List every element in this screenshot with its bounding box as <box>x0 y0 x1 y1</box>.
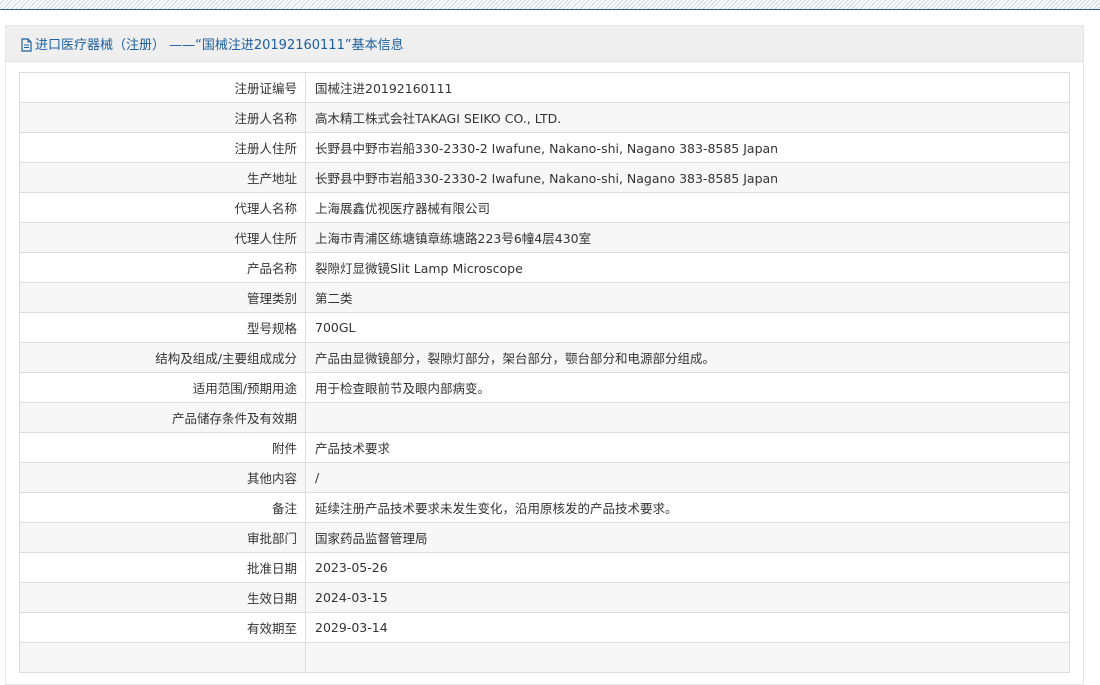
table-row: 代理人住所 上海市青浦区练塘镇章练塘路223号6幢4层430室 <box>19 222 1070 253</box>
field-value: 用于检查眼前节及眼内部病变。 <box>305 372 1070 403</box>
field-label: 注册证编号 <box>19 72 306 103</box>
table-row: 附件 产品技术要求 <box>19 432 1070 463</box>
field-value: 700GL <box>305 312 1070 343</box>
field-value: 国械注进20192160111 <box>305 72 1070 103</box>
field-label: 生效日期 <box>19 582 306 613</box>
field-label: 备注 <box>19 492 306 523</box>
table-row: 适用范围/预期用途 用于检查眼前节及眼内部病变。 <box>19 372 1070 403</box>
field-value: 2024-03-15 <box>305 582 1070 613</box>
field-value <box>305 402 1070 433</box>
field-label: 管理类别 <box>19 282 306 313</box>
table-row: 备注 延续注册产品技术要求未发生变化，沿用原核发的产品技术要求。 <box>19 492 1070 523</box>
panel-title: 进口医疗器械（注册） ——“国械注进20192160111”基本信息 <box>35 38 404 53</box>
field-label: 审批部门 <box>19 522 306 553</box>
field-label: 注册人名称 <box>19 102 306 133</box>
field-label: 有效期至 <box>19 612 306 643</box>
field-value: 延续注册产品技术要求未发生变化，沿用原核发的产品技术要求。 <box>305 492 1070 523</box>
field-label: 代理人住所 <box>19 222 306 253</box>
field-label: 适用范围/预期用途 <box>19 372 306 403</box>
top-decorative-stripe <box>0 0 1100 10</box>
field-value: 产品由显微镜部分，裂隙灯部分，架台部分，颚台部分和电源部分组成。 <box>305 342 1070 373</box>
table-row: 批准日期 2023-05-26 <box>19 552 1070 583</box>
field-value: 上海市青浦区练塘镇章练塘路223号6幢4层430室 <box>305 222 1070 253</box>
field-value: 产品技术要求 <box>305 432 1070 463</box>
field-label: 其他内容 <box>19 462 306 493</box>
field-label: 生产地址 <box>19 162 306 193</box>
basic-info-panel: 进口医疗器械（注册） ——“国械注进20192160111”基本信息 注册证编号… <box>5 25 1084 685</box>
field-value: 高木精工株式会社TAKAGI SEIKO CO., LTD. <box>305 102 1070 133</box>
table-row: 注册人住所 长野县中野市岩船330-2330-2 Iwafune, Nakano-… <box>19 132 1070 163</box>
field-label: 结构及组成/主要组成成分 <box>19 342 306 373</box>
field-label: 代理人名称 <box>19 192 306 223</box>
field-label: 型号规格 <box>19 312 306 343</box>
table-row: 审批部门 国家药品监督管理局 <box>19 522 1070 553</box>
table-row: 注册人名称 高木精工株式会社TAKAGI SEIKO CO., LTD. <box>19 102 1070 133</box>
table-row: 产品名称 裂隙灯显微镜Slit Lamp Microscope <box>19 252 1070 283</box>
field-value: 2023-05-26 <box>305 552 1070 583</box>
field-value: 国家药品监督管理局 <box>305 522 1070 553</box>
table-row: 产品储存条件及有效期 <box>19 402 1070 433</box>
field-label: 附件 <box>19 432 306 463</box>
table-row: 结构及组成/主要组成成分 产品由显微镜部分，裂隙灯部分，架台部分，颚台部分和电源部… <box>19 342 1070 373</box>
field-label <box>19 642 306 673</box>
table-row: 其他内容 / <box>19 462 1070 493</box>
table-row <box>19 642 1070 673</box>
table-row: 有效期至 2029-03-14 <box>19 612 1070 643</box>
panel-header: 进口医疗器械（注册） ——“国械注进20192160111”基本信息 <box>6 26 1083 62</box>
field-value: 长野县中野市岩船330-2330-2 Iwafune, Nakano-shi, … <box>305 162 1070 193</box>
table-row: 注册证编号 国械注进20192160111 <box>19 72 1070 103</box>
table-row: 管理类别 第二类 <box>19 282 1070 313</box>
field-label: 产品名称 <box>19 252 306 283</box>
device-info-table: 注册证编号 国械注进20192160111 注册人名称 高木精工株式会社TAKAGI … <box>19 72 1070 673</box>
table-row: 生产地址 长野县中野市岩船330-2330-2 Iwafune, Nakano-s… <box>19 162 1070 193</box>
field-value: 2029-03-14 <box>305 612 1070 643</box>
field-value: 第二类 <box>305 282 1070 313</box>
table-row: 代理人名称 上海展鑫优视医疗器械有限公司 <box>19 192 1070 223</box>
field-value: / <box>305 462 1070 493</box>
field-value: 上海展鑫优视医疗器械有限公司 <box>305 192 1070 223</box>
field-value: 长野县中野市岩船330-2330-2 Iwafune, Nakano-shi, … <box>305 132 1070 163</box>
field-label: 批准日期 <box>19 552 306 583</box>
table-row: 型号规格 700GL <box>19 312 1070 343</box>
field-value <box>305 642 1070 673</box>
document-icon <box>20 37 33 52</box>
field-value: 裂隙灯显微镜Slit Lamp Microscope <box>305 252 1070 283</box>
field-label: 注册人住所 <box>19 132 306 163</box>
table-row: 生效日期 2024-03-15 <box>19 582 1070 613</box>
field-label: 产品储存条件及有效期 <box>19 402 306 433</box>
